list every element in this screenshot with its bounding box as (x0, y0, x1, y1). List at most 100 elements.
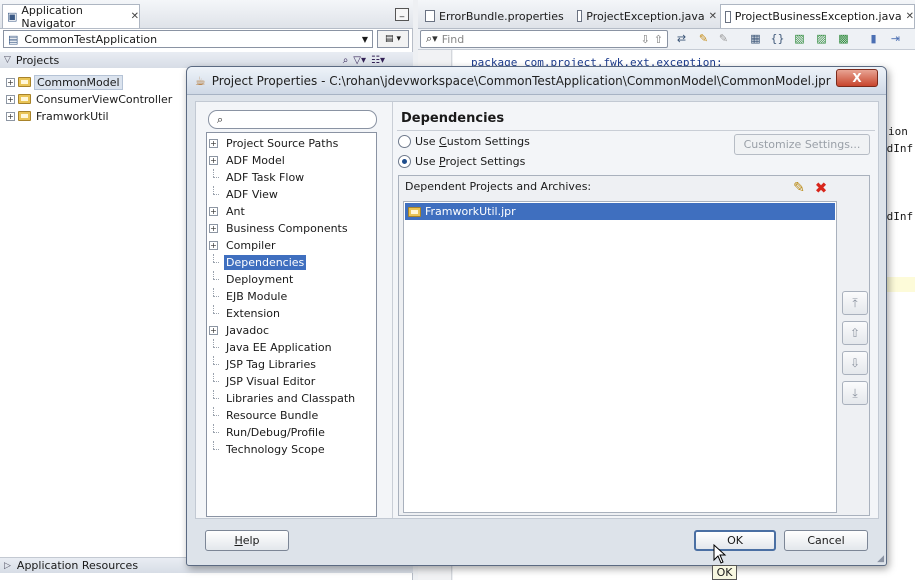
tab-application-navigator[interactable]: ▣ Application Navigator ✕ (2, 4, 140, 30)
java-file-icon (725, 10, 731, 23)
expand-icon[interactable]: + (209, 138, 218, 148)
expand-icon[interactable]: + (209, 155, 218, 165)
tree-connector (209, 339, 219, 355)
category-compiler[interactable]: + Compiler (209, 237, 369, 253)
category-adf-model[interactable]: + ADF Model (209, 152, 369, 168)
sync-icon[interactable]: ▨ (814, 31, 829, 46)
category-adf-task-flow[interactable]: ADF Task Flow (209, 169, 369, 185)
tab-projectexception[interactable]: ProjectException.java ✕ (572, 4, 718, 28)
chevron-down-icon: ▼ (361, 34, 369, 44)
mouse-cursor-icon (713, 544, 727, 564)
category-java-ee-application[interactable]: Java EE Application (209, 339, 369, 355)
use-project-settings-radio[interactable]: Use Project Settings (398, 155, 525, 168)
application-resources-label: Application Resources (16, 559, 139, 572)
expand-icon[interactable]: + (6, 111, 15, 121)
radio-button[interactable] (398, 135, 411, 148)
tab-label: ProjectBusinessException.java (734, 10, 902, 23)
tab-label: ErrorBundle.properties (439, 9, 564, 23)
block-icon[interactable]: ▦ (748, 31, 763, 46)
category-run-debug-profile[interactable]: Run/Debug/Profile (209, 424, 369, 440)
bookmark-icon[interactable]: ▮ (866, 31, 881, 46)
tree-connector (209, 288, 219, 304)
category-ejb-module[interactable]: EJB Module (209, 288, 369, 304)
tree-item-framworkutil[interactable]: + FramworkUtil (6, 108, 111, 124)
tab-errorbundle[interactable]: ErrorBundle.properties (420, 4, 570, 28)
tree-item-commonmodel[interactable]: + CommonModel (6, 74, 123, 90)
expand-icon[interactable]: + (6, 94, 15, 104)
pencil-icon[interactable]: ✎ (791, 180, 807, 196)
refactor-icon[interactable]: ▧ (792, 31, 807, 46)
close-button[interactable]: X (836, 69, 878, 87)
expand-icon[interactable]: + (209, 325, 218, 335)
application-menu-button[interactable]: ▤ ▾ (377, 30, 409, 48)
category-label: Resource Bundle (226, 408, 319, 422)
category-project-source-paths[interactable]: + Project Source Paths (209, 135, 369, 151)
find-next-icon[interactable]: ⇩ (641, 33, 650, 46)
list-item[interactable]: FramworkUtil.jpr (405, 203, 835, 220)
category-technology-scope[interactable]: Technology Scope (209, 441, 369, 457)
use-custom-settings-radio[interactable]: Use Custom Settings (398, 135, 530, 148)
category-javadoc[interactable]: + Javadoc (209, 322, 369, 338)
delete-icon[interactable]: ✖ (813, 180, 829, 196)
help-button[interactable]: Help (205, 530, 289, 551)
category-ant[interactable]: + Ant (209, 203, 369, 219)
move-to-top-button[interactable]: ⤒ (842, 291, 868, 315)
expand-icon[interactable]: + (6, 77, 15, 87)
category-search-input[interactable]: ⌕ (208, 110, 377, 129)
expand-icon[interactable]: + (209, 240, 218, 250)
move-up-button[interactable]: ⇧ (842, 321, 868, 345)
dependent-projects-panel: Dependent Projects and Archives: ✎ ✖ Fra… (398, 175, 870, 516)
highlight-icon[interactable]: ✎ (696, 31, 711, 46)
category-resource-bundle[interactable]: Resource Bundle (209, 407, 369, 423)
tree-connector (209, 356, 219, 372)
ok-button[interactable]: OK (694, 530, 776, 551)
radio-button[interactable] (398, 155, 411, 168)
surround-icon[interactable]: ▩ (836, 31, 851, 46)
tab-label: ProjectException.java (586, 9, 705, 23)
application-name: CommonTestApplication (24, 32, 158, 46)
close-icon[interactable]: ✕ (709, 11, 717, 22)
find-input[interactable]: ⌕▾ Find ⇩ ⇧ (420, 30, 668, 48)
category-label: ADF Task Flow (226, 170, 305, 184)
project-properties-dialog: ☕ Project Properties - C:\rohan\jdevwork… (186, 66, 887, 566)
category-dependencies[interactable]: Dependencies (209, 254, 369, 270)
close-icon[interactable]: ✕ (906, 11, 914, 22)
project-menu-icon[interactable]: ☷▾ (371, 55, 385, 66)
search-icon[interactable]: ⌕ (343, 55, 349, 66)
move-to-bottom-button[interactable]: ⤓ (842, 381, 868, 405)
customize-settings-button[interactable]: Customize Settings... (734, 134, 870, 155)
next-bookmark-icon[interactable]: ⇥ (888, 31, 903, 46)
close-icon[interactable]: ✕ (131, 11, 139, 22)
category-adf-view[interactable]: ADF View (209, 186, 369, 202)
category-jsp-visual-editor[interactable]: JSP Visual Editor (209, 373, 369, 389)
clear-highlight-icon[interactable]: ✎ (716, 31, 731, 46)
expand-icon[interactable]: + (209, 206, 218, 216)
category-tree[interactable]: + Project Source Paths + ADF Model ADF Tas… (206, 132, 377, 517)
dialog-title: Project Properties - C:\rohan\jdevworksp… (211, 73, 831, 88)
minimize-button[interactable]: _ (395, 8, 409, 21)
category-label: Dependencies (224, 254, 307, 270)
resize-grip-icon[interactable]: ◢ (877, 554, 884, 564)
filter-icon[interactable]: ▽▾ (353, 55, 366, 66)
application-selector[interactable]: ▤ CommonTestApplication ▼ (3, 30, 373, 48)
category-label: JSP Tag Libraries (226, 357, 316, 371)
dialog-title-bar[interactable]: ☕ Project Properties - C:\rohan\jdevwork… (187, 67, 886, 95)
find-previous-icon[interactable]: ⇧ (654, 33, 667, 46)
braces-icon[interactable]: {} (770, 31, 785, 46)
navigator-icon: ▣ (7, 10, 18, 23)
tree-item-consumerviewcontroller[interactable]: + ConsumerViewController (6, 91, 174, 107)
category-libraries-and-classpath[interactable]: Libraries and Classpath (209, 390, 369, 406)
category-deployment[interactable]: Deployment (209, 271, 369, 287)
category-label: Javadoc (226, 323, 269, 337)
dependent-projects-header: Dependent Projects and Archives: (405, 180, 592, 193)
toggle-bookmark-icon[interactable]: ⇄ (674, 31, 689, 46)
expand-icon[interactable]: + (209, 223, 218, 233)
category-business-components[interactable]: + Business Components (209, 220, 369, 236)
cancel-button[interactable]: Cancel (784, 530, 868, 551)
move-down-button[interactable]: ⇩ (842, 351, 868, 375)
category-extension[interactable]: Extension (209, 305, 369, 321)
category-label: Run/Debug/Profile (226, 425, 325, 439)
category-jsp-tag-libraries[interactable]: JSP Tag Libraries (209, 356, 369, 372)
tab-projectbusinessexception[interactable]: ProjectBusinessException.java ✕ (720, 4, 915, 28)
dependent-projects-list[interactable]: FramworkUtil.jpr (403, 201, 837, 513)
